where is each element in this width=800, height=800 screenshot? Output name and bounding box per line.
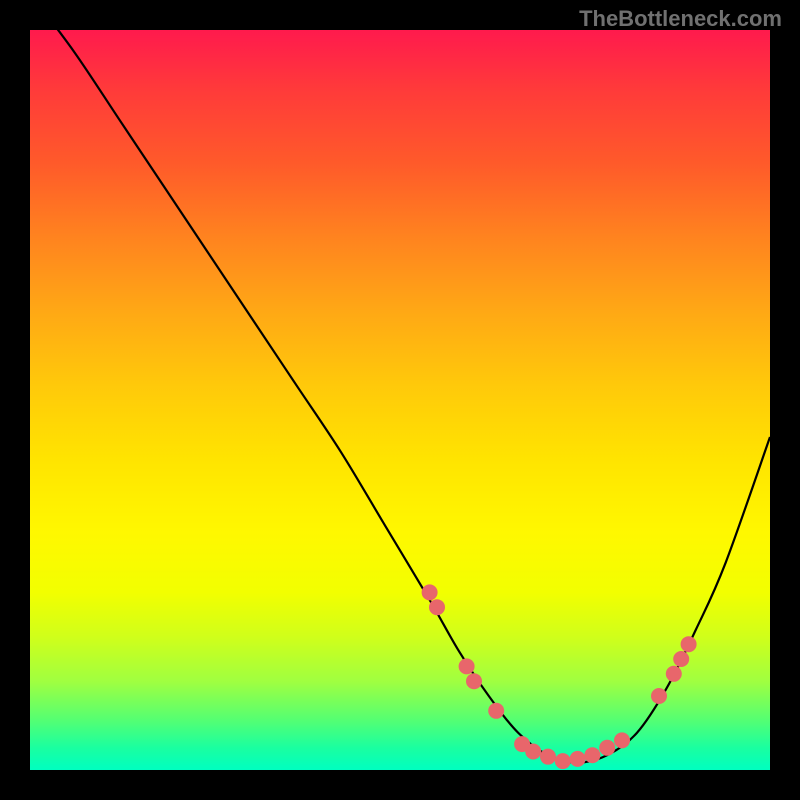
curve-marker bbox=[681, 636, 697, 652]
curve-marker bbox=[466, 673, 482, 689]
curve-marker bbox=[525, 744, 541, 760]
chart-plot-area bbox=[30, 30, 770, 770]
curve-marker bbox=[555, 753, 571, 769]
curve-marker bbox=[422, 584, 438, 600]
chart-svg bbox=[30, 30, 770, 770]
bottleneck-curve bbox=[30, 0, 770, 763]
curve-marker bbox=[570, 751, 586, 767]
curve-marker bbox=[488, 703, 504, 719]
curve-marker bbox=[666, 666, 682, 682]
curve-marker bbox=[599, 740, 615, 756]
curve-marker bbox=[651, 688, 667, 704]
attribution-label: TheBottleneck.com bbox=[579, 6, 782, 32]
curve-marker bbox=[429, 599, 445, 615]
curve-marker bbox=[459, 658, 475, 674]
curve-marker bbox=[614, 732, 630, 748]
curve-markers-group bbox=[422, 584, 697, 769]
curve-marker bbox=[673, 651, 689, 667]
curve-marker bbox=[584, 747, 600, 763]
curve-marker bbox=[540, 749, 556, 765]
